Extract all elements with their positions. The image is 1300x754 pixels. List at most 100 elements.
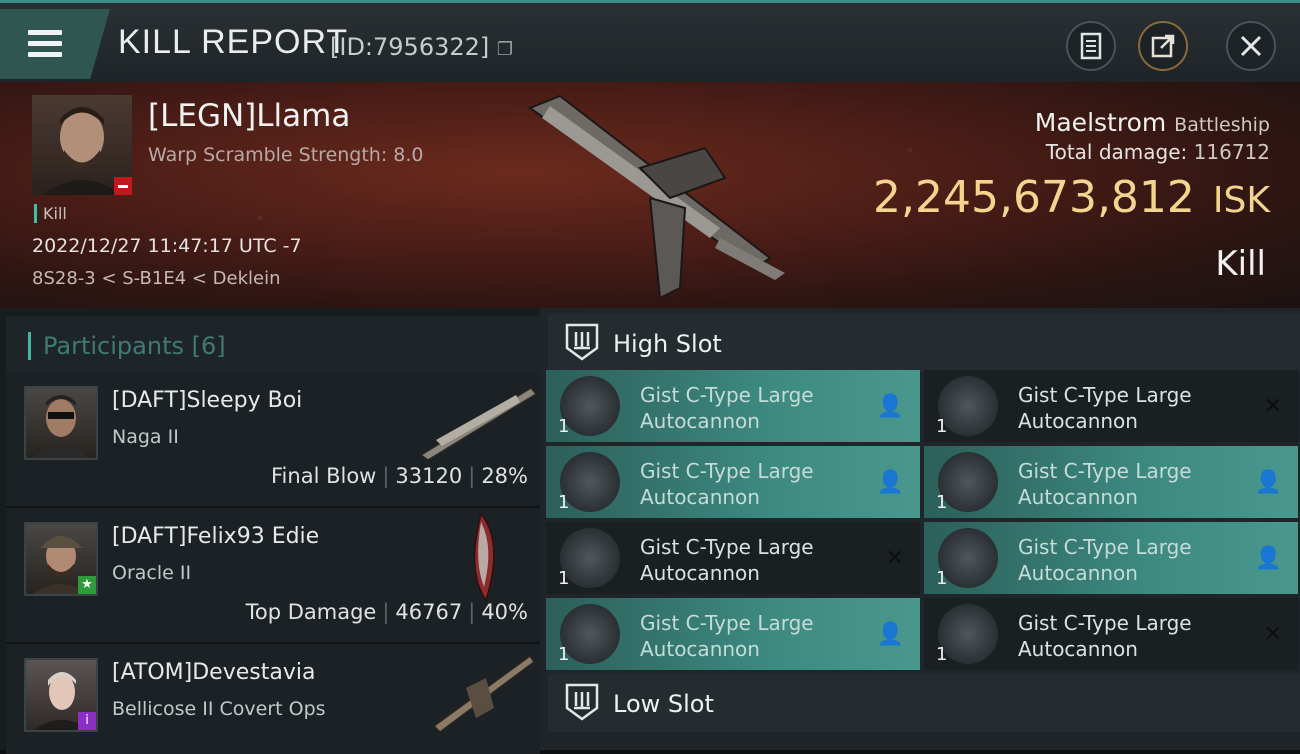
clipboard-button[interactable]	[1066, 21, 1116, 71]
participants-panel: Participants [6] [DAFT]Sleepy Boi Naga I…	[0, 308, 540, 754]
module-slot[interactable]: 1 Gist C-Type Large Autocannon ✕	[924, 598, 1298, 670]
module-name-line1: Gist C-Type Large	[640, 383, 814, 407]
module-name-line1: Gist C-Type Large	[1018, 459, 1192, 483]
info-badge: i	[78, 712, 96, 730]
module-name: Gist C-Type Large Autocannon	[640, 534, 880, 586]
participant-ship: Naga II	[112, 426, 179, 448]
dropped-icon: 👤	[1254, 470, 1282, 495]
module-name: Gist C-Type Large Autocannon	[1018, 610, 1258, 662]
participant-tag: Final Blow	[271, 464, 377, 488]
participant-row[interactable]: [DAFT]Sleepy Boi Naga II Final Blow | 3312…	[6, 372, 540, 508]
total-damage: Total damage: 116712	[1046, 140, 1270, 164]
isk-unit: ISK	[1212, 180, 1270, 221]
module-name-line2: Autocannon	[640, 561, 760, 585]
participant-ship-image	[419, 387, 538, 460]
module-slot[interactable]: 1 Gist C-Type Large Autocannon 👤	[924, 446, 1298, 518]
kill-location[interactable]: 8S28-3 < S-B1E4 < Deklein	[32, 268, 281, 289]
victim-avatar[interactable]	[32, 95, 132, 195]
module-name-line1: Gist C-Type Large	[640, 535, 814, 559]
low-slot-label: Low Slot	[613, 690, 714, 718]
module-name-line2: Autocannon	[1018, 485, 1138, 509]
clipboard-icon	[1080, 32, 1102, 60]
ally-badge: ★	[78, 576, 96, 594]
share-icon	[1151, 34, 1175, 58]
module-quantity: 1	[936, 644, 948, 665]
victim-ship-name[interactable]: Maelstrom Battleship	[1035, 108, 1270, 137]
module-name-line2: Autocannon	[1018, 637, 1138, 661]
participant-name: [DAFT]Sleepy Boi	[112, 388, 303, 413]
module-name-line1: Gist C-Type Large	[640, 459, 814, 483]
divider: |	[468, 600, 476, 624]
isk-amount: 2,245,673,812	[873, 172, 1195, 223]
module-slot[interactable]: 1 Gist C-Type Large Autocannon ✕	[546, 522, 920, 594]
module-name: Gist C-Type Large Autocannon	[1018, 458, 1258, 510]
participant-tag: Top Damage	[245, 600, 377, 624]
participant-damage: 46767	[395, 600, 463, 624]
participant-percent: 28%	[481, 464, 528, 488]
report-id[interactable]: [ID:7956322] ❐	[330, 33, 513, 61]
dropped-icon: 👤	[876, 394, 904, 419]
participant-row[interactable]: i [ATOM]Devestavia Bellicose II Covert O…	[6, 644, 540, 754]
ship-class: Battleship	[1174, 114, 1270, 136]
low-slot-icon	[565, 683, 599, 721]
module-quantity: 1	[936, 416, 948, 437]
destroyed-icon: ✕	[1263, 394, 1282, 419]
participant-avatar[interactable]: i	[24, 658, 98, 732]
destroyed-icon: ✕	[885, 546, 904, 571]
module-slot[interactable]: 1 Gist C-Type Large Autocannon 👤	[924, 522, 1298, 594]
participant-ship-image	[432, 654, 536, 733]
kill-datetime: 2022/12/27 11:47:17 UTC -7	[32, 235, 302, 257]
module-quantity: 1	[558, 492, 570, 513]
dropped-icon: 👤	[876, 622, 904, 647]
total-damage-label: Total damage:	[1045, 140, 1188, 164]
destroyed-icon: ✕	[1263, 622, 1282, 647]
participant-stats: Top Damage | 46767 | 40%	[246, 600, 528, 624]
share-button[interactable]	[1138, 21, 1188, 71]
module-quantity: 1	[558, 644, 570, 665]
module-slot[interactable]: 1 Gist C-Type Large Autocannon 👤	[546, 446, 920, 518]
participants-title: Participants [6]	[28, 332, 226, 360]
module-name: Gist C-Type Large Autocannon	[640, 382, 880, 434]
participant-ship: Oracle II	[112, 562, 192, 584]
ship-type: Maelstrom	[1034, 108, 1167, 137]
participant-avatar[interactable]: ★	[24, 522, 98, 596]
participant-stats: Final Blow | 33120 | 28%	[271, 464, 528, 488]
close-button[interactable]	[1226, 21, 1276, 71]
participants-header: Participants [6]	[6, 316, 540, 374]
module-name-line2: Autocannon	[1018, 409, 1138, 433]
hostile-badge	[114, 177, 132, 195]
divider: |	[468, 464, 476, 488]
fitting-panel: High Slot 1 Gist C-Type Large Autocannon …	[540, 308, 1300, 750]
module-name-line1: Gist C-Type Large	[1018, 535, 1192, 559]
dropped-icon: 👤	[876, 470, 904, 495]
module-name-line1: Gist C-Type Large	[640, 611, 814, 635]
participants-count: [6]	[191, 332, 226, 360]
participants-label: Participants	[43, 332, 184, 360]
isk-value: 2,245,673,812 ISK	[873, 172, 1270, 223]
close-icon	[1240, 35, 1262, 57]
low-slot-header: Low Slot	[548, 674, 1300, 732]
dropped-icon: 👤	[1254, 546, 1282, 571]
report-id-text: [ID:7956322]	[330, 33, 490, 61]
module-name-line2: Autocannon	[1018, 561, 1138, 585]
module-slot[interactable]: 1 Gist C-Type Large Autocannon 👤	[546, 598, 920, 670]
menu-button[interactable]	[0, 9, 110, 79]
module-quantity: 1	[558, 416, 570, 437]
module-slot[interactable]: 1 Gist C-Type Large Autocannon ✕	[924, 370, 1298, 442]
participant-row[interactable]: ★ [DAFT]Felix93 Edie Oracle II Top Damag…	[6, 508, 540, 644]
participant-name: [ATOM]Devestavia	[112, 660, 316, 685]
high-slot-label: High Slot	[613, 330, 722, 358]
victim-name: [LEGN]Llama	[148, 98, 351, 134]
participant-ship-image	[473, 512, 495, 602]
module-name: Gist C-Type Large Autocannon	[640, 610, 880, 662]
module-name: Gist C-Type Large Autocannon	[1018, 534, 1258, 586]
module-slot[interactable]: 1 Gist C-Type Large Autocannon 👤	[546, 370, 920, 442]
warp-scramble-strength: Warp Scramble Strength: 8.0	[148, 144, 424, 166]
module-name-line2: Autocannon	[640, 409, 760, 433]
title-bar: KILL REPORT [ID:7956322] ❐	[0, 0, 1300, 82]
module-name-line1: Gist C-Type Large	[1018, 611, 1192, 635]
divider: |	[382, 464, 390, 488]
participant-avatar[interactable]	[24, 386, 98, 460]
module-quantity: 1	[936, 568, 948, 589]
page-title: KILL REPORT	[118, 23, 349, 61]
